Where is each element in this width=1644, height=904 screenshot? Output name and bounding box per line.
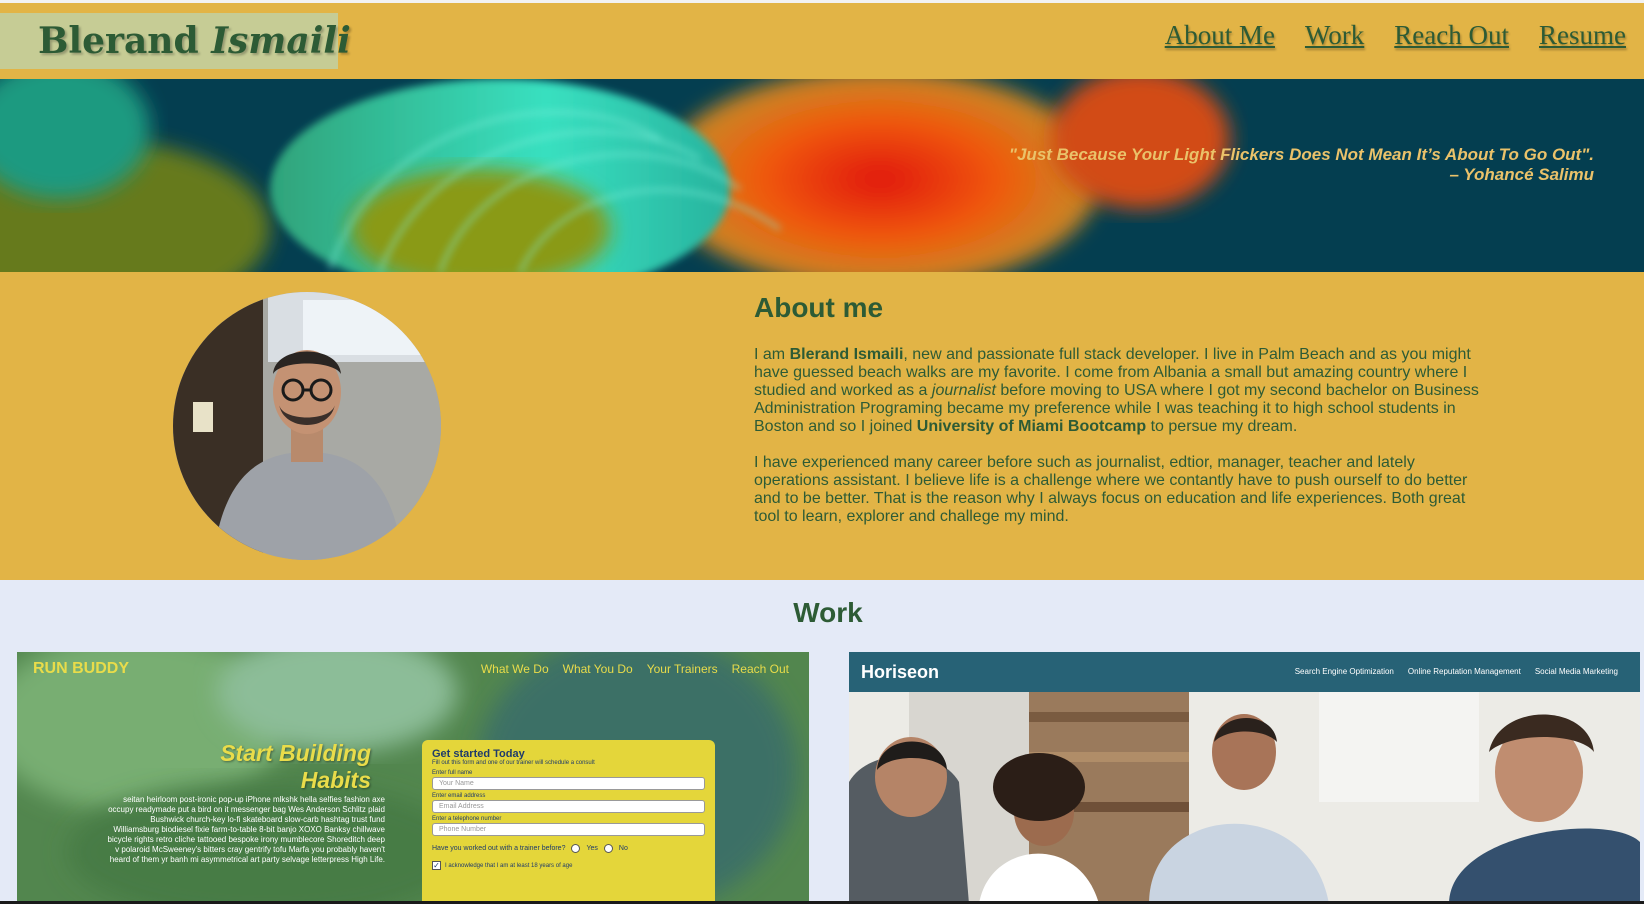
- main-nav: About Me Work Reach Out Resume: [1165, 20, 1626, 51]
- nav-link-work[interactable]: Work: [1305, 20, 1364, 51]
- radio-no-icon: [603, 844, 613, 853]
- about-paragraph-1: I am Blerand Ismaili, new and passionate…: [754, 346, 1479, 435]
- form-email-input: Email Address: [432, 800, 705, 813]
- horiseon-brand: Horiseon: [861, 662, 940, 682]
- quote-text: "Just Because Your Light Flickers Does N…: [1008, 145, 1594, 164]
- about-content: About me I am Blerand Ismaili, new and p…: [754, 292, 1484, 544]
- horiseon-nav-item: Social Media Marketing: [1534, 667, 1618, 676]
- form-name-input: Your Name: [432, 777, 705, 790]
- project-card-horiseon[interactable]: Horiseon Search Engine Optimization Onli…: [849, 652, 1640, 904]
- hero-quote: "Just Because Your Light Flickers Does N…: [954, 145, 1594, 185]
- run-buddy-nav: What We Do What You Do Your Trainers Rea…: [481, 662, 789, 676]
- project-card-run-buddy[interactable]: RUN BUDDY What We Do What You Do Your Tr…: [17, 652, 809, 904]
- horiseon-nav-item: Search Engine Optimization: [1294, 667, 1394, 676]
- form-label: Enter full name: [432, 770, 473, 776]
- about-paragraph-2: I have experienced many career before su…: [754, 454, 1468, 525]
- nav-link-about-me[interactable]: About Me: [1165, 20, 1275, 51]
- form-question: Have you worked out with a trainer befor…: [432, 844, 628, 853]
- form-phone-input: Phone Number: [432, 823, 705, 836]
- about-name: Blerand Ismaili: [789, 346, 904, 363]
- site-logo[interactable]: Blerand Ismaili: [0, 13, 351, 69]
- site-header: Blerand Ismaili About Me Work Reach Out …: [0, 3, 1644, 79]
- run-buddy-nav-item: Your Trainers: [646, 662, 718, 676]
- run-buddy-brand: RUN BUDDY: [33, 660, 129, 677]
- about-journalist: journalist: [931, 382, 996, 399]
- about-section: About me I am Blerand Ismaili, new and p…: [0, 272, 1644, 580]
- form-label: Enter email address: [432, 793, 486, 799]
- nav-link-reach-out[interactable]: Reach Out: [1394, 20, 1509, 51]
- checkbox-checked-icon: ✓: [432, 861, 441, 870]
- form-title: Get started Today: [432, 748, 525, 760]
- run-buddy-headline: Start Building Habits: [220, 740, 371, 793]
- horiseon-team-photo: [849, 692, 1640, 904]
- run-buddy-nav-item: What We Do: [480, 662, 549, 676]
- run-buddy-form: Get started Today Fill out this form and…: [422, 740, 715, 904]
- radio-yes-icon: [571, 844, 581, 853]
- about-title: About me: [754, 292, 884, 323]
- work-title: Work: [793, 597, 863, 628]
- form-label: Enter a telephone number: [432, 816, 502, 822]
- hero-banner: "Just Because Your Light Flickers Does N…: [0, 79, 1644, 272]
- horiseon-header: Horiseon Search Engine Optimization Onli…: [849, 652, 1640, 692]
- form-acknowledge: ✓ I acknowledge that I am at least 18 ye…: [432, 861, 573, 870]
- run-buddy-body-text: seitan heirloom post-ironic pop-up iPhon…: [107, 795, 385, 864]
- quote-author: – Yohancé Salimu: [1449, 165, 1594, 184]
- horiseon-nav: Search Engine Optimization Online Reputa…: [1295, 667, 1618, 676]
- nav-link-resume[interactable]: Resume: [1539, 20, 1626, 51]
- logo-last-name: Ismaili: [211, 20, 351, 62]
- run-buddy-nav-item: Reach Out: [731, 662, 789, 676]
- profile-photo: [173, 292, 441, 560]
- about-bootcamp: University of Miami Bootcamp: [916, 418, 1147, 435]
- run-buddy-nav-item: What You Do: [562, 662, 633, 676]
- form-subtitle: Fill out this form and one of our traine…: [432, 760, 595, 766]
- horiseon-nav-item: Online Reputation Management: [1407, 667, 1521, 676]
- logo-first-name: Blerand: [38, 20, 199, 62]
